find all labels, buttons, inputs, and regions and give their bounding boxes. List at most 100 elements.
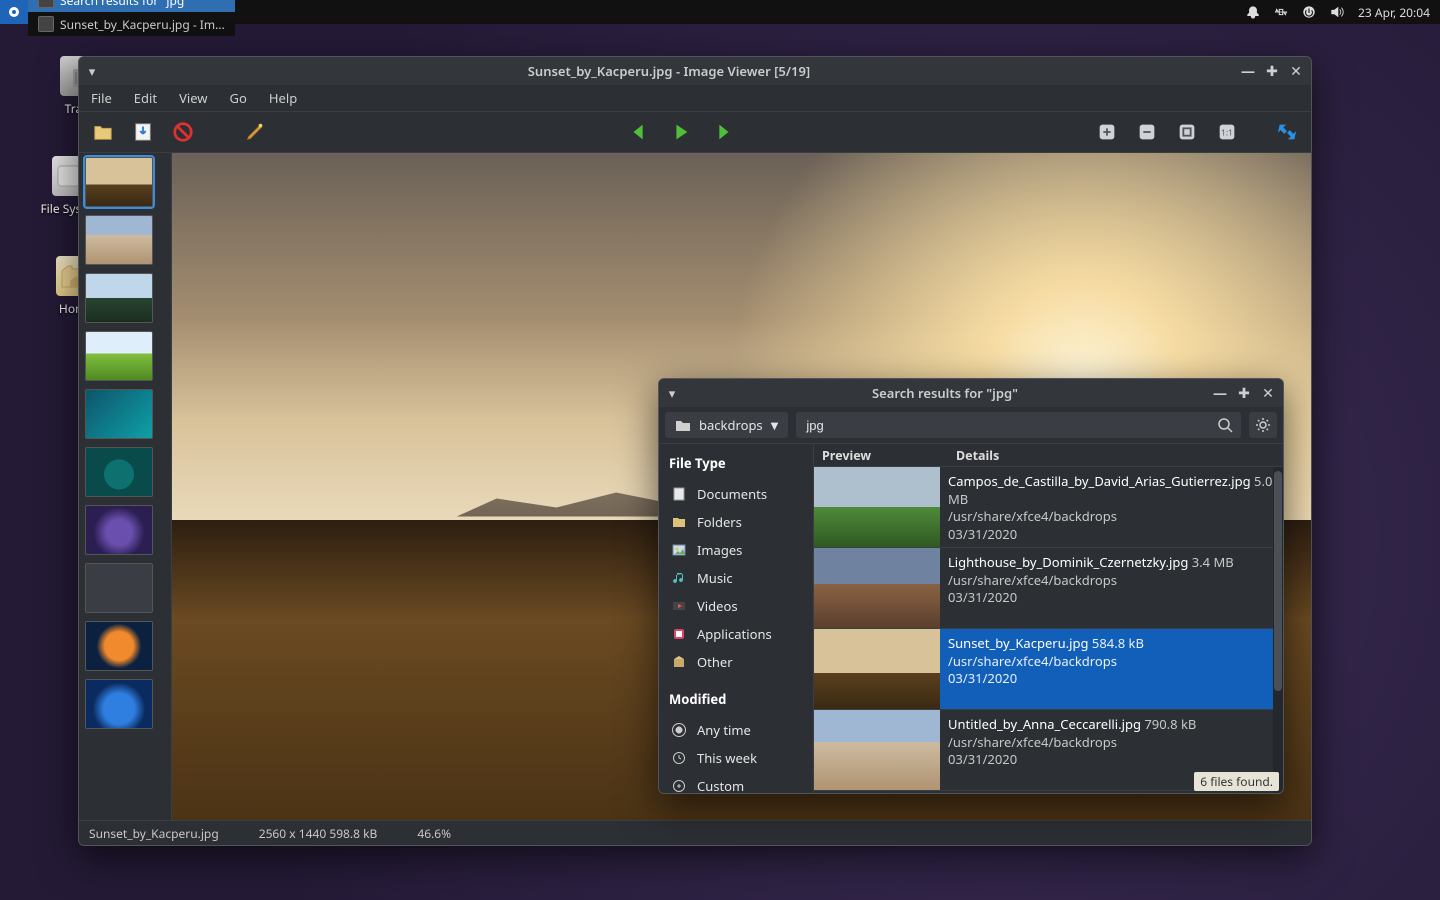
toolbar: 1:1 xyxy=(79,111,1311,153)
image-viewer-titlebar[interactable]: ▾ Sunset_by_Kacperu.jpg - Image Viewer [… xyxy=(79,57,1311,85)
result-preview xyxy=(814,629,940,709)
filter-header-modified: Modified xyxy=(669,690,809,708)
search-body: File Type DocumentsFoldersImages Music Vid… xyxy=(659,444,1283,793)
folders-icon xyxy=(671,514,687,530)
menu-help[interactable]: Help xyxy=(269,89,297,107)
thumbnail[interactable] xyxy=(85,389,153,439)
filter-folders[interactable]: Folders xyxy=(669,508,809,536)
result-details: Lighthouse_by_Dominik_Czernetzky.jpg 3.4… xyxy=(940,548,1283,628)
thumbnail[interactable] xyxy=(85,215,153,265)
search-field[interactable] xyxy=(796,412,1241,438)
other-icon xyxy=(671,654,687,670)
power-icon[interactable] xyxy=(1302,5,1316,19)
radio-icon xyxy=(671,750,687,766)
save-button[interactable] xyxy=(129,118,157,146)
next-button[interactable] xyxy=(709,118,737,146)
filter-header-filetype: File Type xyxy=(669,454,809,472)
thumbnail[interactable] xyxy=(85,621,153,671)
minimize-button[interactable]: — xyxy=(1239,62,1257,80)
search-window: ▾ Search results for "jpg" — ✚ ✕ backdro… xyxy=(658,378,1284,794)
result-preview xyxy=(814,710,940,790)
videos-icon xyxy=(671,598,687,614)
window-menu-icon[interactable]: ▾ xyxy=(85,62,99,80)
modified-custom[interactable]: Custom xyxy=(669,772,809,793)
menu-file[interactable]: File xyxy=(91,89,112,107)
thumbnail[interactable] xyxy=(85,157,153,207)
network-icon[interactable] xyxy=(1274,5,1288,19)
menu-edit[interactable]: Edit xyxy=(134,89,157,107)
location-selector[interactable]: backdrops ▼ xyxy=(665,412,788,438)
menu-go[interactable]: Go xyxy=(230,89,247,107)
applications-icon xyxy=(671,626,687,642)
filter-images[interactable]: Images xyxy=(669,536,809,564)
column-preview[interactable]: Preview xyxy=(814,444,948,466)
search-titlebar[interactable]: ▾ Search results for "jpg" — ✚ ✕ xyxy=(659,379,1283,407)
images-icon xyxy=(671,542,687,558)
taskbar-item[interactable]: Search results for "jpg" xyxy=(28,0,235,12)
search-settings-button[interactable] xyxy=(1249,412,1277,438)
results-list[interactable]: Campos_de_Castilla_by_David_Arias_Gutier… xyxy=(814,467,1283,793)
thumbnail[interactable] xyxy=(85,505,153,555)
thumbnail[interactable] xyxy=(85,447,153,497)
edit-button[interactable] xyxy=(241,118,269,146)
status-dimensions: 2560 x 1440 598.8 kB xyxy=(259,825,378,842)
applications-menu-button[interactable] xyxy=(0,0,28,24)
scrollbar-handle[interactable] xyxy=(1274,471,1282,691)
result-row[interactable]: Lighthouse_by_Dominik_Czernetzky.jpg 3.4… xyxy=(814,548,1283,629)
result-row[interactable]: Campos_de_Castilla_by_David_Arias_Gutier… xyxy=(814,467,1283,548)
search-input[interactable] xyxy=(804,417,1217,434)
modified-any-time[interactable]: Any time xyxy=(669,716,809,744)
play-button[interactable] xyxy=(667,118,695,146)
filter-videos[interactable]: Videos xyxy=(669,592,809,620)
search-icon xyxy=(1217,417,1233,433)
result-size: 584.8 kB xyxy=(1092,634,1144,652)
scrollbar[interactable] xyxy=(1273,467,1283,793)
close-button[interactable]: ✕ xyxy=(1259,384,1277,402)
thumbnail[interactable] xyxy=(85,679,153,729)
toolbar-left-group xyxy=(89,118,269,146)
zoom-in-button[interactable] xyxy=(1093,118,1121,146)
zoom-out-button[interactable] xyxy=(1133,118,1161,146)
previous-button[interactable] xyxy=(625,118,653,146)
modified-label: Custom xyxy=(697,777,744,793)
thumbnail[interactable] xyxy=(85,331,153,381)
menu-view[interactable]: View xyxy=(179,89,207,107)
result-filename: Sunset_by_Kacperu.jpg xyxy=(948,634,1089,652)
maximize-button[interactable]: ✚ xyxy=(1263,62,1281,80)
folder-icon xyxy=(675,418,691,432)
thumbnail[interactable] xyxy=(85,273,153,323)
location-label: backdrops xyxy=(699,416,763,434)
modified-this-week[interactable]: This week xyxy=(669,744,809,772)
thumbnail-strip[interactable] xyxy=(79,153,172,820)
result-preview xyxy=(814,467,940,547)
window-menu-icon[interactable]: ▾ xyxy=(665,384,679,402)
filter-music[interactable]: Music xyxy=(669,564,809,592)
clock[interactable]: 23 Apr, 20:04 xyxy=(1358,4,1430,21)
column-details[interactable]: Details xyxy=(948,444,1283,466)
notifications-icon[interactable] xyxy=(1246,5,1260,19)
thumbnail[interactable] xyxy=(85,563,153,613)
menubar: File Edit View Go Help xyxy=(79,85,1311,111)
status-zoom: 46.6% xyxy=(417,825,451,842)
result-date: 03/31/2020 xyxy=(948,526,1275,544)
filter-other[interactable]: Other xyxy=(669,648,809,676)
maximize-button[interactable]: ✚ xyxy=(1235,384,1253,402)
close-button[interactable]: ✕ xyxy=(1287,62,1305,80)
modified-label: Any time xyxy=(697,721,751,739)
result-row[interactable]: Sunset_by_Kacperu.jpg 584.8 kB/usr/share… xyxy=(814,629,1283,710)
filter-documents[interactable]: Documents xyxy=(669,480,809,508)
taskbar-item[interactable]: Sunset_by_Kacperu.jpg - Im... xyxy=(28,12,235,36)
minimize-button[interactable]: — xyxy=(1211,384,1229,402)
delete-button[interactable] xyxy=(169,118,197,146)
gear-icon xyxy=(1255,417,1271,433)
volume-icon[interactable] xyxy=(1330,5,1344,19)
zoom-fit-button[interactable] xyxy=(1173,118,1201,146)
result-date: 03/31/2020 xyxy=(948,751,1275,769)
filter-applications[interactable]: Applications xyxy=(669,620,809,648)
zoom-100-button[interactable]: 1:1 xyxy=(1213,118,1241,146)
fullscreen-button[interactable] xyxy=(1273,118,1301,146)
filter-label: Music xyxy=(697,569,733,587)
open-button[interactable] xyxy=(89,118,117,146)
modified-label: This week xyxy=(697,749,757,767)
result-filename: Untitled_by_Anna_Ceccarelli.jpg xyxy=(948,715,1141,733)
